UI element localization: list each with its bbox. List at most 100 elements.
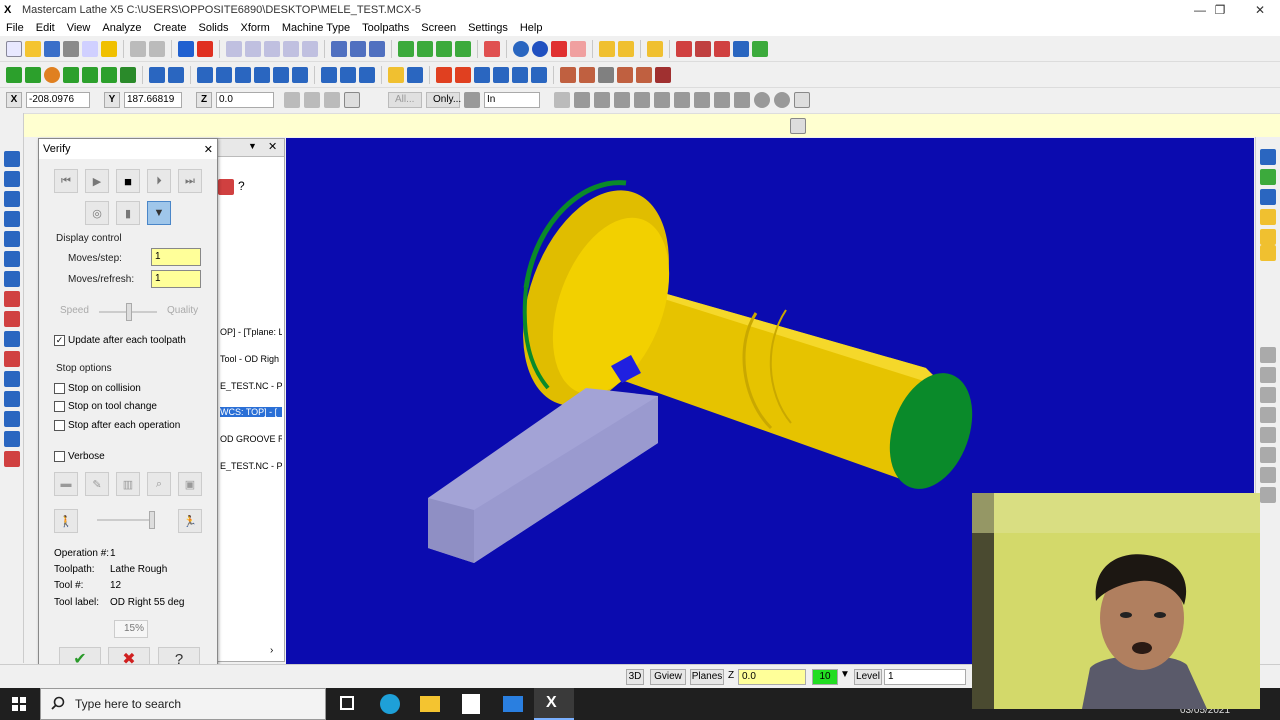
lock-icon[interactable]: [304, 92, 320, 108]
menu-solids[interactable]: Solids: [193, 22, 235, 34]
eraser-icon[interactable]: [551, 40, 567, 57]
globe-icon[interactable]: [513, 40, 529, 57]
verify-option-button-1[interactable]: ▬: [54, 472, 78, 496]
left-tool-13-icon[interactable]: [4, 391, 20, 407]
fit-icon[interactable]: [226, 40, 242, 57]
point-icon[interactable]: [6, 66, 22, 83]
magic-wand-icon[interactable]: [618, 40, 634, 57]
verify-selection-icon[interactable]: [774, 92, 790, 108]
verify-option-button-5[interactable]: ▣: [178, 472, 202, 496]
break-icon[interactable]: [168, 66, 184, 83]
list-item[interactable]: OP] - [Tplane: L: [220, 327, 282, 337]
menu-help[interactable]: Help: [514, 22, 549, 34]
z-depth-input[interactable]: 0.0: [738, 669, 806, 685]
xform-mirror-icon[interactable]: [216, 66, 232, 83]
walk-speed-button[interactable]: 🚶: [54, 509, 78, 533]
hatch-icon[interactable]: [359, 66, 375, 83]
wire-cube-icon[interactable]: [417, 40, 433, 57]
xform-rotate-icon[interactable]: [235, 66, 251, 83]
xform-offset-icon[interactable]: [273, 66, 289, 83]
grid-icon[interactable]: [695, 40, 711, 57]
menu-toolpaths[interactable]: Toolpaths: [356, 22, 415, 34]
help-icon[interactable]: [344, 92, 360, 108]
backplot-icon[interactable]: [579, 66, 595, 83]
note-icon[interactable]: [340, 66, 356, 83]
edge-browser-icon[interactable]: [380, 694, 400, 714]
chuck-icon[interactable]: [636, 66, 652, 83]
thread-icon[interactable]: [512, 66, 528, 83]
color-dropdown-icon[interactable]: ▼: [840, 669, 850, 680]
right-tool-11-icon[interactable]: [1260, 427, 1276, 443]
left-tool-6-icon[interactable]: [4, 251, 20, 267]
units-select[interactable]: In: [484, 92, 540, 108]
right-tool-10-icon[interactable]: [1260, 407, 1276, 423]
z-coord-input[interactable]: 0.0: [216, 92, 274, 108]
selection-help-icon[interactable]: [794, 92, 810, 108]
stop-on-tool-change-checkbox[interactable]: Stop on tool change: [54, 401, 157, 412]
play-button[interactable]: ▶: [85, 169, 109, 193]
verify-option-button-4[interactable]: ⌕: [147, 472, 171, 496]
snap-icon[interactable]: [324, 92, 340, 108]
left-tool-3-icon[interactable]: [4, 191, 20, 207]
only-button[interactable]: Only...: [426, 92, 461, 108]
stop-button[interactable]: ■: [116, 169, 140, 193]
stop-on-collision-checkbox[interactable]: Stop on collision: [54, 383, 141, 394]
properties-icon[interactable]: [101, 40, 117, 57]
select-chain-icon[interactable]: [574, 92, 590, 108]
store-icon[interactable]: [462, 694, 480, 714]
select-area-icon[interactable]: [654, 92, 670, 108]
menu-view[interactable]: View: [61, 22, 97, 34]
y-coord-input[interactable]: 187.66819: [124, 92, 182, 108]
finish-icon[interactable]: [474, 66, 490, 83]
spline-icon[interactable]: [120, 66, 136, 83]
select-solid-icon[interactable]: [674, 92, 690, 108]
help-cursor-icon[interactable]: [676, 40, 692, 57]
right-tool-12-icon[interactable]: [1260, 447, 1276, 463]
left-tool-11-icon[interactable]: [4, 351, 20, 367]
post-icon[interactable]: [598, 66, 614, 83]
shade-cube-icon[interactable]: [398, 40, 414, 57]
view-stock-button[interactable]: ◎: [85, 201, 109, 225]
list-item[interactable]: Tool - OD Righ: [220, 354, 282, 364]
windows-start-icon[interactable]: [12, 697, 26, 711]
right-tool-7-icon[interactable]: [1260, 347, 1276, 363]
left-tool-10-icon[interactable]: [4, 331, 20, 347]
save-icon[interactable]: [44, 40, 60, 57]
new-file-icon[interactable]: [6, 40, 22, 57]
menu-machine-type[interactable]: Machine Type: [276, 22, 356, 34]
speed-quality-slider-handle[interactable]: [126, 303, 132, 321]
view-holder-button[interactable]: ▼: [147, 201, 171, 225]
left-tool-14-icon[interactable]: [4, 411, 20, 427]
manager-close-icon[interactable]: ✕: [268, 140, 277, 153]
verify-option-button-3[interactable]: ▥: [116, 472, 140, 496]
verify-option-button-2[interactable]: ✎: [85, 472, 109, 496]
chamfer-icon[interactable]: [101, 66, 117, 83]
xform-array-icon[interactable]: [292, 66, 308, 83]
sigma-icon[interactable]: [733, 40, 749, 57]
restore-button[interactable]: ❐: [1200, 0, 1240, 20]
gview-button[interactable]: Gview: [650, 669, 686, 685]
zoom-in-icon[interactable]: [264, 40, 280, 57]
trim-icon[interactable]: [149, 66, 165, 83]
clear-selection-icon[interactable]: [754, 92, 770, 108]
left-tool-4-icon[interactable]: [4, 211, 20, 227]
zoom-window-icon[interactable]: [245, 40, 261, 57]
lathe-tool-icon[interactable]: [388, 66, 404, 83]
groove-icon[interactable]: [493, 66, 509, 83]
face-icon[interactable]: [436, 66, 452, 83]
stock-setup-icon[interactable]: [617, 66, 633, 83]
gview-side-icon[interactable]: [369, 40, 385, 57]
planes-button[interactable]: Planes: [690, 669, 724, 685]
right-tool-3-icon[interactable]: [1260, 189, 1276, 205]
left-tool-16-icon[interactable]: [4, 451, 20, 467]
right-tool-1-icon[interactable]: [1260, 149, 1276, 165]
prompt-help-icon[interactable]: [790, 118, 806, 134]
menu-settings[interactable]: Settings: [462, 22, 514, 34]
left-tool-5-icon[interactable]: [4, 231, 20, 247]
list-item-selected[interactable]: WCS: TOP] - [: [220, 407, 282, 417]
verify-close-button[interactable]: ✕: [204, 143, 213, 156]
left-tool-1-icon[interactable]: [4, 151, 20, 167]
redo-icon[interactable]: [149, 40, 165, 57]
stock-icon[interactable]: [484, 40, 500, 57]
view-mode-3d-button[interactable]: 3D: [626, 669, 644, 685]
